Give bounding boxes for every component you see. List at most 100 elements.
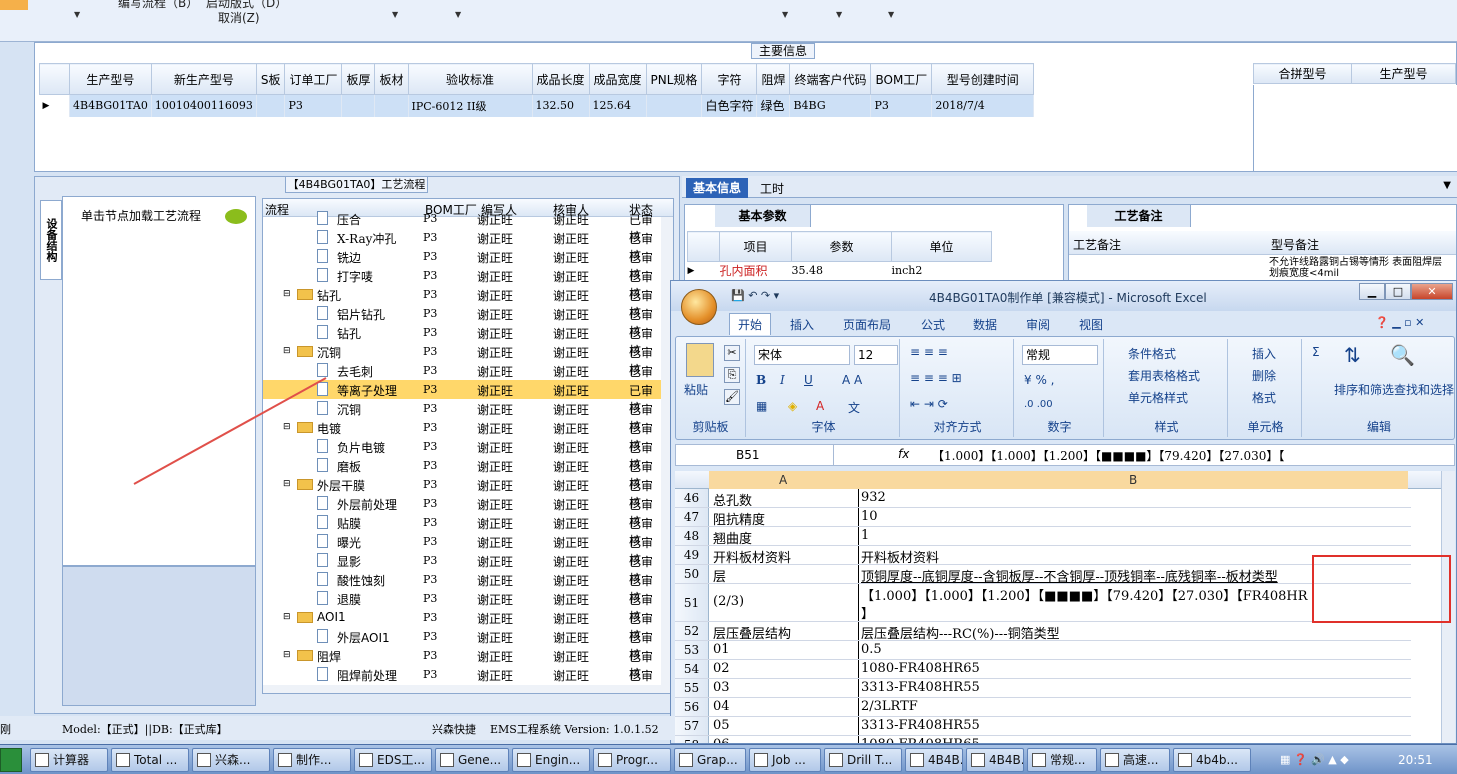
- taskbar-item[interactable]: 4B4B...: [905, 748, 963, 772]
- tab-page-layout[interactable]: 页面布局: [843, 316, 891, 333]
- tree-row[interactable]: ⊟ 沉铜 P3 谢正旺 谢正旺 已审核: [263, 342, 663, 377]
- column-header[interactable]: BOM工厂: [870, 63, 933, 95]
- table-cell[interactable]: 10010400116093: [151, 94, 257, 117]
- sheet-row[interactable]: 55 03 3313-FR408HR55: [675, 679, 1411, 698]
- tab-time[interactable]: 工时: [760, 180, 784, 197]
- tray-icons[interactable]: ▦ ❓ 🔊 ▲ ◆: [1280, 753, 1349, 766]
- find-icon[interactable]: 🔍: [1390, 343, 1415, 367]
- row-number[interactable]: 47: [675, 508, 709, 526]
- row-number[interactable]: 48: [675, 527, 709, 545]
- row-number[interactable]: 50: [675, 565, 709, 583]
- cell-a[interactable]: 翘曲度: [713, 528, 752, 547]
- table-cell[interactable]: [256, 94, 286, 117]
- taskbar-item[interactable]: 高速...: [1100, 748, 1170, 772]
- column-header[interactable]: 板材: [374, 63, 409, 95]
- tree-row[interactable]: X-Ray冲孔 P3 谢正旺 谢正旺 已审核: [263, 228, 663, 263]
- table-cell[interactable]: 132.50: [532, 94, 590, 117]
- tree-row[interactable]: ⊟ 钻孔 P3 谢正旺 谢正旺 已审核: [263, 285, 663, 320]
- format-painter-icon[interactable]: 🖌: [724, 389, 740, 405]
- column-header[interactable]: 成品宽度: [588, 63, 647, 95]
- cell-a[interactable]: 阻抗精度: [713, 509, 765, 528]
- tree-row[interactable]: 曝光 P3 谢正旺 谢正旺 已审核: [263, 532, 663, 567]
- cell-a[interactable]: 02: [713, 661, 730, 676]
- cell-a[interactable]: 03: [713, 680, 730, 695]
- taskbar-item[interactable]: Grap...: [674, 748, 746, 772]
- collapse-icon[interactable]: ⊟: [283, 479, 291, 489]
- help-icon[interactable]: ❓ ▁ ▫ ✕: [1375, 316, 1424, 329]
- cell-style-button[interactable]: 单元格样式: [1128, 389, 1188, 406]
- tree-row[interactable]: 磨板 P3 谢正旺 谢正旺 已审核: [263, 456, 663, 491]
- column-header[interactable]: 新生产型号: [150, 63, 257, 95]
- taskbar-item[interactable]: Engin...: [512, 748, 590, 772]
- table-cell[interactable]: 125.64: [589, 94, 647, 117]
- column-header[interactable]: 型号备注: [1271, 236, 1319, 253]
- tab-view[interactable]: 视图: [1079, 316, 1103, 333]
- sheet-row[interactable]: 50 层 顶铜厚度--底铜厚度--含铜板厚--不含铜厚--顶残铜率--底残铜率--板…: [675, 565, 1411, 585]
- tab-formulas[interactable]: 公式: [921, 316, 945, 333]
- row-number[interactable]: 55: [675, 679, 709, 697]
- tree-row[interactable]: 铝片钻孔 P3 谢正旺 谢正旺 已审核: [263, 304, 663, 339]
- table-format-button[interactable]: 套用表格格式: [1128, 367, 1200, 384]
- cell-a[interactable]: 层: [713, 566, 726, 585]
- corner-cell[interactable]: [687, 231, 720, 262]
- percent-icon[interactable]: ¥ % ,: [1024, 373, 1054, 387]
- table-cell[interactable]: [374, 94, 409, 117]
- taskbar-item[interactable]: 制作...: [273, 748, 351, 772]
- paste-icon[interactable]: [686, 343, 714, 377]
- sheet-row[interactable]: 54 02 1080-FR408HR65: [675, 660, 1411, 679]
- side-tab-equipment[interactable]: 设备结构: [40, 200, 62, 280]
- tab-home[interactable]: 开始: [729, 313, 772, 335]
- sheet-row[interactable]: 56 04 2/3LRTF: [675, 698, 1411, 717]
- cell-b[interactable]: 顶铜厚度--底铜厚度--含铜板厚--不含铜厚--顶残铜率--底残铜率--板材类型: [861, 566, 1278, 585]
- column-header[interactable]: 工艺备注: [1073, 236, 1121, 253]
- tree-row[interactable]: 压合 P3 谢正旺 谢正旺 已审核: [263, 209, 663, 244]
- column-header[interactable]: 项目: [719, 231, 792, 262]
- column-header[interactable]: 合拼型号: [1253, 63, 1352, 84]
- orange-tab[interactable]: [0, 0, 28, 10]
- row-number[interactable]: 54: [675, 660, 709, 678]
- tree-row[interactable]: 外层AOI1 P3 谢正旺 谢正旺 已审核: [263, 627, 663, 662]
- merge-table-body[interactable]: [1253, 85, 1457, 171]
- cell-b[interactable]: 10: [861, 509, 878, 524]
- table-cell[interactable]: 白色字符: [701, 94, 758, 117]
- sheet-row[interactable]: 51 (2/3) 【1.000】【1.000】【1.200】【■■■■】【79.42…: [675, 584, 1411, 622]
- cell-b[interactable]: 层压叠层结构---RC(%)---铜箔类型: [861, 623, 1060, 642]
- column-header[interactable]: 单位: [891, 231, 992, 262]
- sheet-row[interactable]: 49 开料板材资料 开料板材资料: [675, 546, 1411, 566]
- chevron-down-icon[interactable]: ▼: [836, 10, 842, 19]
- taskbar-item[interactable]: Total ...: [111, 748, 189, 772]
- start-button[interactable]: [0, 748, 22, 772]
- taskbar-item[interactable]: Job ...: [749, 748, 821, 772]
- cell-b[interactable]: 0.5: [861, 642, 882, 657]
- number-format-select[interactable]: 常规: [1022, 345, 1098, 365]
- row-number[interactable]: 46: [675, 489, 709, 507]
- font-color-icon[interactable]: A: [816, 399, 824, 413]
- taskbar-item[interactable]: Gene...: [435, 748, 509, 772]
- row-number[interactable]: 58: [675, 736, 709, 743]
- chevron-down-icon[interactable]: ▼: [392, 10, 398, 19]
- taskbar-item[interactable]: Progr...: [593, 748, 671, 772]
- formula-input[interactable]: 【1.000】【1.000】【1.200】【■■■■】【79.420】【27.0…: [932, 447, 1284, 464]
- paste-button[interactable]: 粘贴: [684, 381, 708, 398]
- cell-a[interactable]: 05: [713, 718, 730, 733]
- format-cells-button[interactable]: 格式: [1252, 389, 1276, 406]
- grow-font-icon[interactable]: A A: [842, 373, 862, 387]
- tab-review[interactable]: 审阅: [1026, 316, 1050, 333]
- menu-item-cancel[interactable]: 取消(Z): [218, 9, 260, 26]
- chevron-down-icon[interactable]: ▼: [888, 10, 894, 19]
- column-header[interactable]: 成品长度: [531, 63, 590, 95]
- cell-a[interactable]: (2/3): [713, 594, 744, 609]
- column-header[interactable]: 终端客户代码: [789, 63, 872, 95]
- decimal-icon[interactable]: .0 .00: [1024, 399, 1053, 410]
- taskbar-item[interactable]: EDS工...: [354, 748, 432, 772]
- table-cell[interactable]: IPC-6012 II级: [408, 94, 533, 117]
- tree-row[interactable]: ⊟ AOI1 P3 谢正旺 谢正旺 已审核: [263, 608, 663, 643]
- row-number[interactable]: 53: [675, 641, 709, 659]
- collapse-icon[interactable]: ⊟: [283, 612, 291, 622]
- tree-row[interactable]: 打字唛 P3 谢正旺 谢正旺 已审核: [263, 266, 663, 301]
- conditional-format-button[interactable]: 条件格式: [1128, 345, 1176, 362]
- cell-a[interactable]: 04: [713, 699, 730, 714]
- cell-b[interactable]: 3313-FR408HR55: [861, 718, 980, 733]
- row-number[interactable]: 56: [675, 698, 709, 716]
- column-header[interactable]: 生产型号: [1351, 63, 1456, 84]
